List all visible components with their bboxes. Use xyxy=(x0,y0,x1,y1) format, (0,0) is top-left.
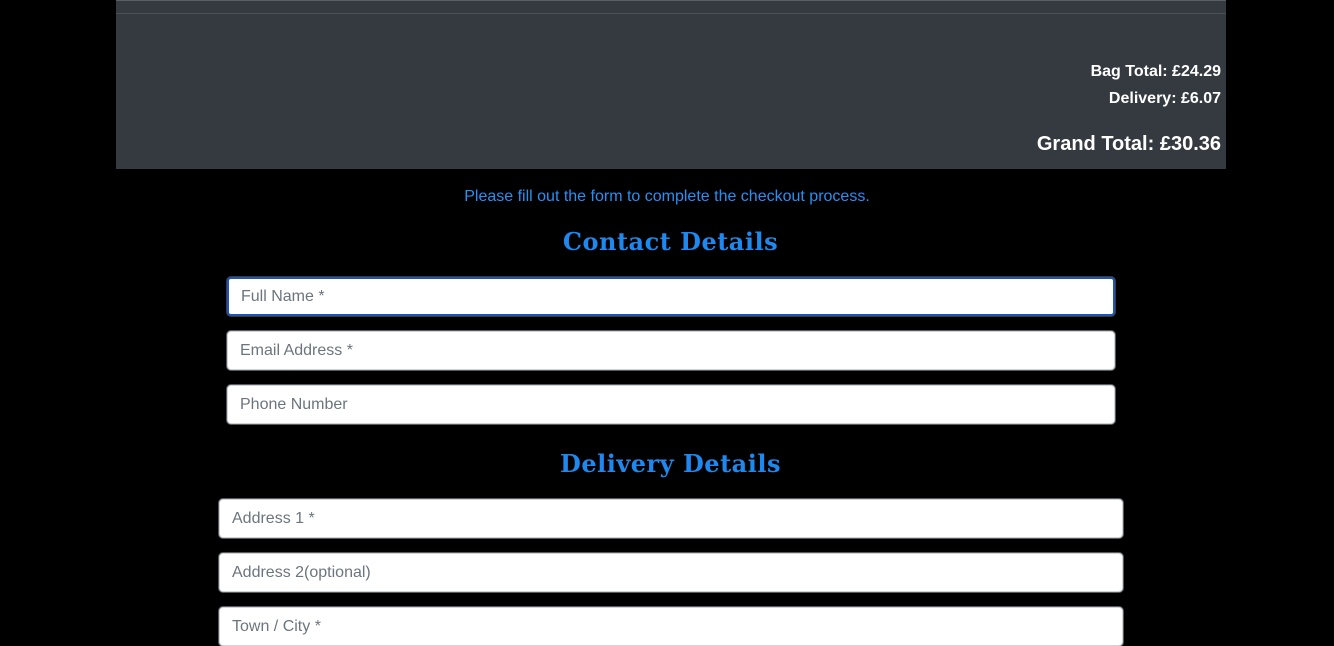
town-city-input[interactable] xyxy=(219,607,1123,646)
delivery-details-heading: Delivery Details xyxy=(560,449,781,478)
summary-top-edge xyxy=(116,0,1226,1)
address1-input[interactable] xyxy=(219,499,1123,538)
summary-divider xyxy=(116,13,1226,14)
delivery-cost: Delivery: £6.07 xyxy=(1108,90,1221,107)
email-input[interactable] xyxy=(227,331,1115,370)
grand-total: Grand Total: £30.36 xyxy=(1036,133,1221,155)
full-name-input[interactable] xyxy=(227,277,1115,316)
order-summary-panel: Bag Total: £24.29 Delivery: £6.07 Grand … xyxy=(116,0,1226,169)
phone-input[interactable] xyxy=(227,385,1115,424)
contact-details-heading: Contact Details xyxy=(562,227,779,256)
bag-total: Bag Total: £24.29 xyxy=(1090,63,1221,80)
address2-input[interactable] xyxy=(219,553,1123,592)
checkout-instructions: Please fill out the form to complete the… xyxy=(464,188,870,205)
